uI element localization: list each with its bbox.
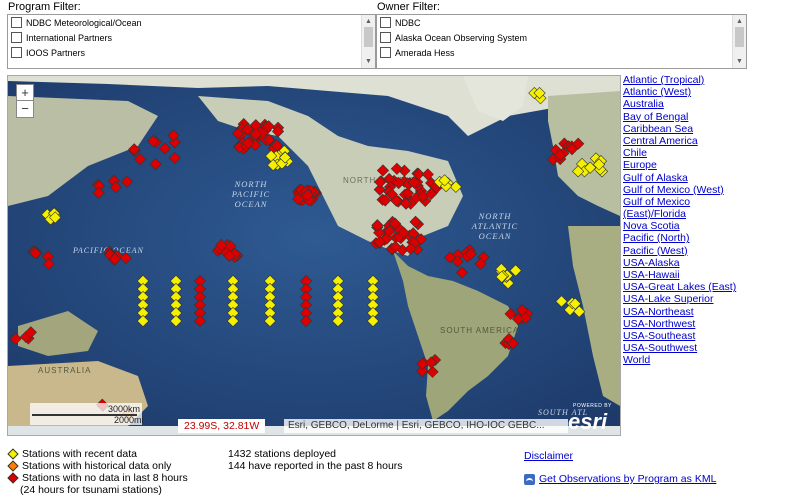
region-link[interactable]: USA-Northwest xyxy=(623,318,733,330)
legend-historical: Stations with historical data only xyxy=(6,460,188,472)
station-marker[interactable] xyxy=(119,251,132,265)
checkbox[interactable] xyxy=(380,32,391,43)
disclaimer-link[interactable]: Disclaimer xyxy=(524,450,573,462)
station-marker[interactable] xyxy=(555,295,568,308)
owner-filter-item[interactable]: Amerada Hess xyxy=(377,45,746,60)
scale-mi: 2000mi xyxy=(114,415,144,425)
station-stats: 1432 stations deployed 144 have reported… xyxy=(228,448,403,472)
zoom-out-button[interactable]: − xyxy=(16,100,34,118)
region-link[interactable]: Nova Scotia xyxy=(623,220,733,232)
scroll-down-icon[interactable]: ▼ xyxy=(362,56,375,67)
region-link[interactable]: Atlantic (Tropical) xyxy=(623,74,733,86)
station-marker[interactable] xyxy=(42,257,55,271)
station-marker[interactable] xyxy=(169,314,183,328)
station-marker[interactable] xyxy=(92,186,105,199)
rss-icon xyxy=(524,473,535,485)
scale-km: 3000km xyxy=(108,404,141,414)
region-link[interactable]: Bay of Bengal xyxy=(623,111,733,123)
region-link[interactable]: USA-Southwest xyxy=(623,342,733,354)
station-marker[interactable] xyxy=(193,314,207,328)
scroll-up-icon[interactable]: ▲ xyxy=(733,16,746,27)
region-link[interactable]: USA-Southeast xyxy=(623,330,733,342)
region-link[interactable]: USA-Northeast xyxy=(623,306,733,318)
station-marker[interactable] xyxy=(299,314,313,328)
stations-reported: 144 have reported in the past 8 hours xyxy=(228,460,403,472)
program-filter-label: Program Filter: xyxy=(8,1,81,13)
station-marker[interactable] xyxy=(9,332,22,345)
station-marker[interactable] xyxy=(168,151,181,165)
region-list: Atlantic (Tropical) Atlantic (West) Austra… xyxy=(623,74,736,367)
region-link[interactable]: (East)/Florida xyxy=(623,208,733,220)
station-marker[interactable] xyxy=(226,314,240,328)
legend: Stations with recent data Stations with … xyxy=(6,448,188,496)
kml-link[interactable]: Get Observations by Program as KML xyxy=(539,473,716,485)
region-link[interactable]: Gulf of Mexico (West) xyxy=(623,184,733,196)
checkbox[interactable] xyxy=(380,47,391,58)
scroll-thumb[interactable] xyxy=(735,27,744,47)
red-diamond-icon xyxy=(7,472,19,484)
program-filter-item[interactable]: NDBC Meteorological/Ocean xyxy=(8,15,375,30)
program-filter-item[interactable]: International Partners xyxy=(8,30,375,45)
owner-filter-list[interactable]: NDBC Alaska Ocean Observing System Amera… xyxy=(376,14,747,69)
region-link[interactable]: Central America xyxy=(623,135,733,147)
station-marker[interactable] xyxy=(331,314,345,328)
station-markers-layer[interactable] xyxy=(8,76,620,435)
region-link[interactable]: Gulf of Mexico xyxy=(623,196,733,208)
region-link[interactable]: USA-Hawaii xyxy=(623,269,733,281)
program-filter-list[interactable]: NDBC Meteorological/Ocean International … xyxy=(7,14,376,69)
region-link[interactable]: World xyxy=(623,354,733,366)
yellow-diamond-icon xyxy=(7,448,19,460)
station-marker[interactable] xyxy=(455,266,468,279)
map-attribution: Esri, GEBCO, DeLorme | Esri, GEBCO, IHO-… xyxy=(284,419,568,433)
region-link[interactable]: Caribbean Sea xyxy=(623,123,733,135)
legend-no-data: Stations with no data in last 8 hours xyxy=(6,472,188,484)
station-marker[interactable] xyxy=(136,314,150,328)
checkbox[interactable] xyxy=(380,17,391,28)
station-marker[interactable] xyxy=(149,158,162,171)
checkbox[interactable] xyxy=(11,17,22,28)
region-link[interactable]: Atlantic (West) xyxy=(623,86,733,98)
station-marker[interactable] xyxy=(263,314,277,328)
region-link[interactable]: Chile xyxy=(623,147,733,159)
scroll-down-icon[interactable]: ▼ xyxy=(733,56,746,67)
legend-recent: Stations with recent data xyxy=(6,448,188,460)
checkbox[interactable] xyxy=(11,47,22,58)
station-map[interactable]: NORTH PACIFIC OCEAN NORTH ATLANTIC OCEAN… xyxy=(7,75,621,436)
kml-link-row[interactable]: Get Observations by Program as KML xyxy=(524,473,716,485)
coordinate-readout: 23.99S, 32.81W xyxy=(178,419,266,433)
station-marker[interactable] xyxy=(366,314,380,328)
legend-no-data-note: (24 hours for tsunami stations) xyxy=(20,484,162,496)
region-link[interactable]: Australia xyxy=(623,98,733,110)
stations-deployed: 1432 stations deployed xyxy=(228,448,336,460)
scale-bar: 3000km 2000mi xyxy=(30,403,144,425)
scroll-thumb[interactable] xyxy=(364,27,373,47)
owner-filter-label: Owner Filter: xyxy=(377,1,440,13)
orange-diamond-icon xyxy=(7,460,19,472)
region-link[interactable]: USA-Lake Superior xyxy=(623,293,733,305)
region-link[interactable]: Pacific (West) xyxy=(623,245,733,257)
region-link[interactable]: Europe xyxy=(623,159,733,171)
region-link[interactable]: Pacific (North) xyxy=(623,232,733,244)
owner-filter-item[interactable]: Alaska Ocean Observing System xyxy=(377,30,746,45)
owner-filter-item[interactable]: NDBC xyxy=(377,15,746,30)
station-marker[interactable] xyxy=(426,365,439,378)
program-filter-scrollbar[interactable]: ▲ ▼ xyxy=(361,15,375,68)
station-marker[interactable] xyxy=(158,142,171,155)
scroll-up-icon[interactable]: ▲ xyxy=(362,16,375,27)
esri-logo: esri xyxy=(568,409,608,434)
program-filter-item[interactable]: IOOS Partners xyxy=(8,45,375,60)
station-marker[interactable] xyxy=(128,143,141,156)
checkbox[interactable] xyxy=(11,32,22,43)
station-marker[interactable] xyxy=(376,164,390,177)
region-link[interactable]: USA-Alaska xyxy=(623,257,733,269)
region-link[interactable]: USA-Great Lakes (East) xyxy=(623,281,736,293)
owner-filter-scrollbar[interactable]: ▲ ▼ xyxy=(732,15,746,68)
station-marker[interactable] xyxy=(120,175,134,188)
region-link[interactable]: Gulf of Alaska xyxy=(623,172,733,184)
